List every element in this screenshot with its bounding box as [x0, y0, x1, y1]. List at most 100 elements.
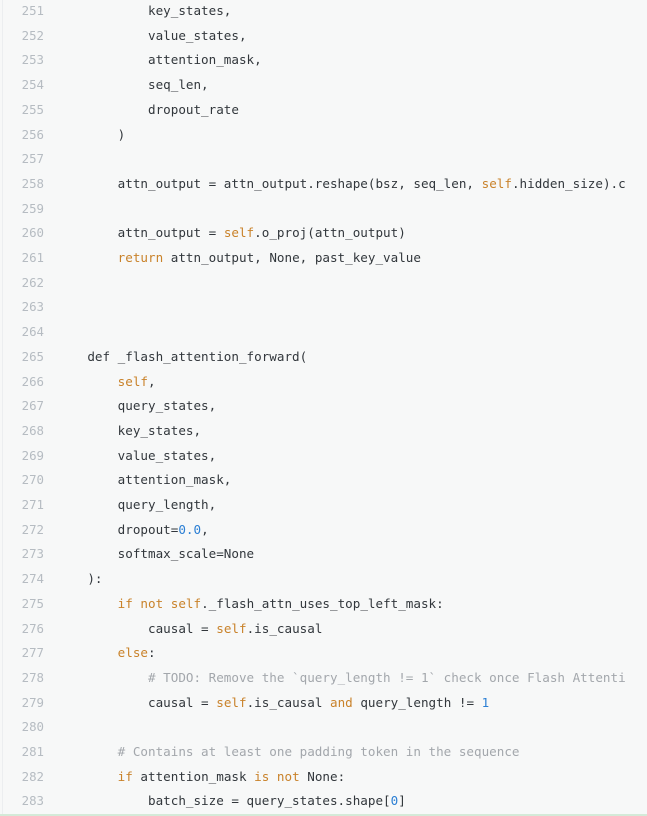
- code-line[interactable]: 278 # TODO: Remove the `query_length != …: [0, 666, 647, 691]
- code-line[interactable]: 267 query_states,: [0, 394, 647, 419]
- code-token: key_states,: [57, 422, 202, 438]
- line-number: 278: [21, 669, 44, 685]
- line-number: 274: [21, 571, 44, 587]
- code-token: is not: [254, 768, 300, 784]
- code-token: .o_proj(attn_output): [254, 225, 406, 241]
- code-line[interactable]: 251 key_states,: [0, 0, 647, 24]
- line-number: 277: [21, 645, 44, 661]
- line-content[interactable]: # Contains at least one padding token in…: [57, 740, 520, 765]
- line-content[interactable]: causal = self.is_causal: [57, 617, 322, 642]
- code-token: return: [117, 250, 164, 265]
- line-number: 275: [21, 595, 44, 611]
- line-content[interactable]: attn_output = self.o_proj(attn_output): [57, 221, 406, 246]
- line-content[interactable]: attn_output = attn_output.reshape(bsz, s…: [57, 172, 626, 197]
- line-content[interactable]: query_length,: [57, 493, 217, 518]
- line-content[interactable]: def _flash_attention_forward(: [57, 345, 307, 370]
- line-content[interactable]: # TODO: Remove the `query_length != 1` c…: [57, 666, 626, 691]
- line-content[interactable]: ):: [57, 567, 103, 592]
- code-editor-viewport[interactable]: 251 key_states, 252 value_states, 253 atte…: [0, 0, 647, 816]
- line-number: 267: [21, 398, 44, 414]
- code-line[interactable]: 270 attention_mask,: [0, 468, 647, 493]
- code-token: .is_causal: [246, 694, 330, 710]
- code-line[interactable]: 260 attn_output = self.o_proj(attn_outpu…: [0, 221, 647, 246]
- code-token: causal =: [57, 694, 217, 710]
- code-token: 1: [481, 694, 490, 710]
- code-line[interactable]: 279 causal = self.is_causal and query_le…: [0, 691, 647, 716]
- code-line[interactable]: 268 key_states,: [0, 419, 647, 444]
- line-content[interactable]: return attn_output, None, past_key_value: [57, 246, 421, 271]
- code-line[interactable]: 257: [0, 147, 647, 172]
- code-line[interactable]: 273 softmax_scale=None: [0, 542, 647, 567]
- line-number: 276: [21, 620, 44, 636]
- line-content[interactable]: else:: [57, 641, 156, 666]
- code-line[interactable]: 274 ):: [0, 567, 647, 592]
- code-token: .hidden_size).c: [511, 175, 626, 191]
- line-number: 272: [21, 521, 44, 537]
- code-line[interactable]: 254 seq_len,: [0, 73, 647, 98]
- code-token: None:: [299, 768, 346, 784]
- code-line[interactable]: 271 query_length,: [0, 493, 647, 518]
- code-token: self: [216, 694, 247, 710]
- line-number: 268: [21, 422, 44, 438]
- code-line[interactable]: 263: [0, 295, 647, 320]
- line-number: 269: [21, 447, 44, 463]
- code-line[interactable]: 276 causal = self.is_causal: [0, 617, 647, 642]
- code-line[interactable]: 258 attn_output = attn_output.reshape(bs…: [0, 172, 647, 197]
- code-line[interactable]: 265 def _flash_attention_forward(: [0, 345, 647, 370]
- line-content[interactable]: query_states,: [57, 394, 217, 419]
- code-token: self: [117, 373, 149, 389]
- line-content[interactable]: softmax_scale=None: [57, 542, 254, 567]
- code-line[interactable]: 266 self,: [0, 370, 647, 395]
- code-line[interactable]: 280: [0, 715, 647, 740]
- code-line[interactable]: 281 # Contains at least one padding toke…: [0, 740, 647, 765]
- code-line[interactable]: 275 if not self._flash_attn_uses_top_lef…: [0, 592, 647, 617]
- code-line[interactable]: 256 ): [0, 123, 647, 148]
- line-number: 260: [21, 225, 44, 241]
- code-line[interactable]: 282 if attention_mask is not None:: [0, 765, 647, 790]
- line-content[interactable]: batch_size = query_states.shape[0]: [57, 789, 406, 814]
- line-content[interactable]: key_states,: [57, 419, 201, 444]
- code-line[interactable]: 261 return attn_output, None, past_key_v…: [0, 246, 647, 271]
- line-content[interactable]: value_states,: [57, 24, 247, 49]
- line-number: 271: [21, 497, 44, 512]
- line-number: 264: [21, 324, 44, 340]
- line-content[interactable]: self,: [57, 370, 156, 395]
- line-number: 273: [21, 546, 44, 562]
- code-token: attn_output =: [57, 225, 224, 241]
- line-content[interactable]: seq_len,: [57, 73, 209, 98]
- line-number: 265: [21, 348, 44, 364]
- line-content[interactable]: dropout_rate: [57, 98, 239, 123]
- code-line[interactable]: 259: [0, 197, 647, 222]
- line-content[interactable]: ): [57, 123, 126, 148]
- code-token: ._flash_attn_uses_top_left_mask:: [201, 595, 444, 611]
- code-line[interactable]: 264: [0, 320, 647, 345]
- code-token: ,: [201, 521, 209, 537]
- code-token: if not: [117, 595, 171, 611]
- code-line[interactable]: 252 value_states,: [0, 24, 647, 49]
- code-line[interactable]: 272 dropout=0.0,: [0, 518, 647, 543]
- line-number: 254: [21, 77, 44, 93]
- code-token: softmax_scale=None: [57, 546, 255, 562]
- line-content[interactable]: attention_mask,: [57, 468, 232, 493]
- line-number: 257: [21, 151, 44, 167]
- code-line[interactable]: 255 dropout_rate: [0, 98, 647, 123]
- line-content[interactable]: key_states,: [57, 0, 231, 24]
- line-content[interactable]: if not self._flash_attn_uses_top_left_ma…: [57, 592, 444, 617]
- line-content[interactable]: if attention_mask is not None:: [57, 765, 346, 790]
- code-token: query_length !=: [352, 694, 482, 710]
- line-number: 259: [21, 200, 44, 216]
- code-line[interactable]: 269 value_states,: [0, 444, 647, 469]
- code-line[interactable]: 262: [0, 271, 647, 296]
- line-content[interactable]: value_states,: [57, 444, 217, 469]
- code-token: dropout=: [57, 521, 179, 537]
- code-line[interactable]: 283 batch_size = query_states.shape[0]: [0, 789, 647, 814]
- code-line[interactable]: 253 attention_mask,: [0, 48, 647, 73]
- line-content[interactable]: attention_mask,: [57, 48, 262, 73]
- code-line[interactable]: 277 else:: [0, 641, 647, 666]
- code-token: ):: [57, 571, 103, 587]
- line-content[interactable]: dropout=0.0,: [57, 518, 209, 543]
- code-token: def _flash_attention_forward(: [57, 348, 308, 364]
- line-content[interactable]: causal = self.is_causal and query_length…: [57, 691, 489, 716]
